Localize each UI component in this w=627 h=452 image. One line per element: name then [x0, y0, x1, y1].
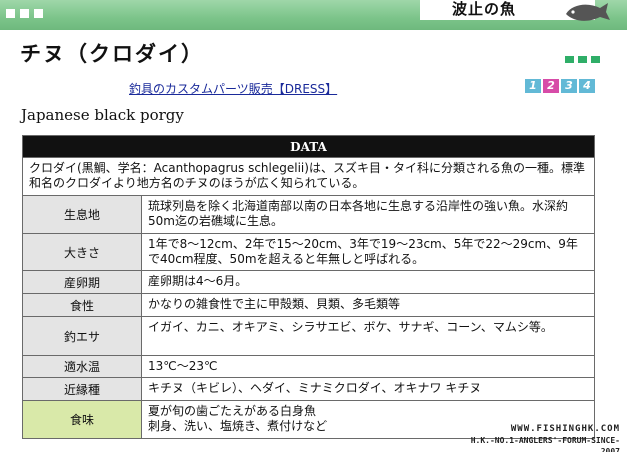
- row-label: 食味: [22, 400, 142, 439]
- row-label: 産卵期: [22, 270, 142, 294]
- intro-text: クロダイ(黒鯛、学名：Acanthopagrus schlegelii)は、スズ…: [22, 157, 595, 196]
- page-selector: 1234: [525, 79, 595, 93]
- row-value: 1年で8～12cm、2年で15～20cm、3年で19～23cm、5年で22～29…: [141, 233, 595, 271]
- table-row: 産卵期 産卵期は4～6月。: [22, 270, 595, 294]
- page-title: チヌ（クロダイ）: [20, 42, 204, 66]
- row-value: キチヌ（キビレ）、ヘダイ、ミナミクロダイ、オキナワ キチヌ: [141, 377, 595, 401]
- title-deco-square-icon: [565, 56, 574, 63]
- shop-link[interactable]: 釣具のカスタムパーツ販売【DRESS】: [129, 80, 337, 97]
- row-label: 釣エサ: [22, 316, 142, 356]
- row-value: かなりの雑食性で主に甲殻類、貝類、多毛類等: [141, 293, 595, 317]
- fish-data-table: DATA クロダイ(黒鯛、学名：Acanthopagrus schlegelii…: [22, 135, 595, 439]
- header-banner: 波止の魚: [0, 0, 627, 30]
- table-row: 生息地 琉球列島を除く北海道南部以南の日本各地に生息する沿岸性の強い魚。水深約50…: [22, 195, 595, 234]
- row-value: イガイ、カニ、オキアミ、シラサエビ、ボケ、サナギ、コーン、マムシ等。: [141, 316, 595, 356]
- table-row: 適水温 13℃～23℃: [22, 355, 595, 378]
- row-value: 産卵期は4～6月。: [141, 270, 595, 294]
- banner-square-icon: [34, 9, 43, 18]
- row-label: 大きさ: [22, 233, 142, 271]
- row-label: 適水温: [22, 355, 142, 378]
- title-deco-square-icon: [578, 56, 587, 63]
- table-row: 近縁種 キチヌ（キビレ）、ヘダイ、ミナミクロダイ、オキナワ キチヌ: [22, 377, 595, 401]
- table-header: DATA: [22, 135, 595, 158]
- row-value: 琉球列島を除く北海道南部以南の日本各地に生息する沿岸性の強い魚。水深約50m迄の…: [141, 195, 595, 234]
- banner-square-icon: [20, 9, 29, 18]
- table-row: 釣エサ イガイ、カニ、オキアミ、シラサエビ、ボケ、サナギ、コーン、マムシ等。: [22, 316, 595, 356]
- row-label: 近縁種: [22, 377, 142, 401]
- site-watermark: WWW.FISHINGHK.COM H.K.-NO.1-ANGLERS'-FOR…: [452, 424, 620, 452]
- table-row: 食性 かなりの雑食性で主に甲殻類、貝類、多毛類等: [22, 293, 595, 317]
- english-name: Japanese black porgy: [21, 106, 184, 124]
- page-3-button[interactable]: 3: [561, 79, 577, 93]
- fish-logo-icon: [566, 3, 610, 21]
- page-2-button[interactable]: 2: [543, 79, 559, 93]
- page-1-button[interactable]: 1: [525, 79, 541, 93]
- watermark-tagline: H.K.-NO.1-ANGLERS'-FORUM-SINCE-2007: [470, 436, 620, 452]
- row-label: 食性: [22, 293, 142, 317]
- table-row: 大きさ 1年で8～12cm、2年で15～20cm、3年で19～23cm、5年で22…: [22, 233, 595, 271]
- row-value: 13℃～23℃: [141, 355, 595, 378]
- data-rows: 生息地 琉球列島を除く北海道南部以南の日本各地に生息する沿岸性の強い魚。水深約50…: [22, 195, 595, 439]
- page-label: 波止の魚: [452, 0, 517, 18]
- title-deco-square-icon: [591, 56, 600, 63]
- page-4-button[interactable]: 4: [579, 79, 595, 93]
- banner-square-icon: [6, 9, 15, 18]
- watermark-url: WWW.FISHINGHK.COM: [510, 424, 620, 434]
- row-label: 生息地: [22, 195, 142, 234]
